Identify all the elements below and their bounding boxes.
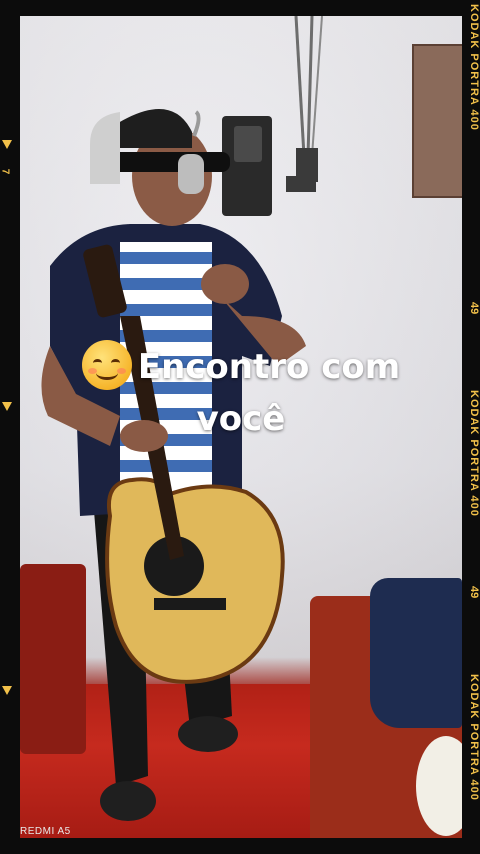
camera-watermark: REDMI A5 <box>20 826 71 837</box>
film-brand-top: KODAK PORTRA 400 <box>468 4 480 131</box>
caption-line-1-row: Encontro com <box>20 339 462 394</box>
film-brand-bottom: KODAK PORTRA 400 <box>468 674 480 801</box>
film-number-2: 49 <box>468 586 480 599</box>
caption-line-1: Encontro com <box>137 347 401 387</box>
film-left-number: 7 <box>0 168 11 175</box>
smiling-face-icon <box>81 339 132 390</box>
photo: Encontro com você <box>20 16 462 838</box>
caption-line-2: você <box>196 398 286 439</box>
film-triangle-marker <box>2 402 12 411</box>
film-brand-middle: KODAK PORTRA 400 <box>468 390 480 517</box>
story-frame: Encontro com você 7 KODAK PORTRA 400 49 … <box>0 0 480 854</box>
caption-overlay: Encontro com você <box>20 339 462 444</box>
film-triangle-marker <box>2 686 12 695</box>
film-triangle-marker <box>2 140 12 149</box>
film-number-1: 49 <box>468 302 480 315</box>
